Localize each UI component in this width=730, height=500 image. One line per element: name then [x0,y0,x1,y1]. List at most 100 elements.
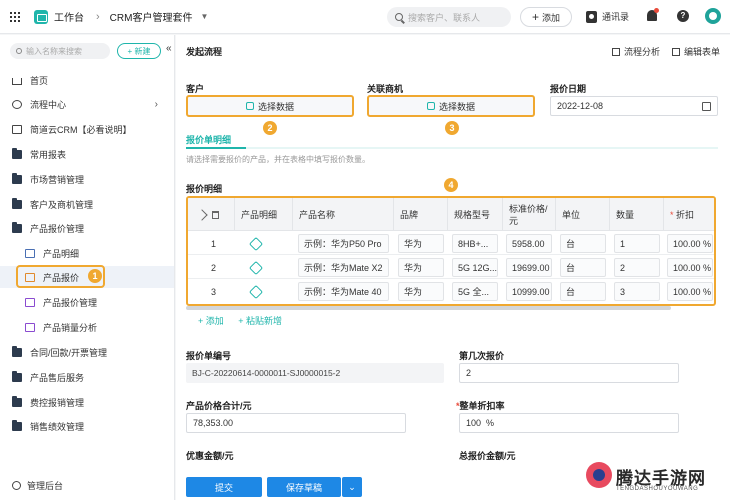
row-index: 2 [211,262,217,273]
sidebar-item-label: 产品售后服务 [30,372,85,383]
save-draft-button[interactable]: 保存草稿 [267,477,341,497]
quote-date-picker[interactable]: 2022-12-08 [550,96,718,116]
folder-icon [12,370,22,382]
sidebar-item-crm-guide[interactable]: 简道云CRM【必看说明】 [0,118,174,140]
spec-cell[interactable]: 8HB+... [452,234,498,253]
submit-button[interactable]: 提交 [186,477,262,497]
price-cell[interactable]: 5958.00 [506,234,552,253]
add-row-button[interactable]: + 添加 [198,316,224,326]
product-name-cell[interactable]: 示例：华为P50 Pro [298,234,389,253]
flow-analysis-button[interactable]: 流程分析 [611,45,660,58]
price-cell[interactable]: 19699.00 [506,258,552,277]
brand-cell[interactable]: 华为 [398,282,444,301]
app-title[interactable]: CRM客户管理套件 [110,9,193,24]
price-cell[interactable]: 10999.00 [506,282,552,301]
discount-value: 100.00 [673,262,701,273]
discount-cell[interactable]: 100.00 % [667,258,713,277]
sidebar-item-sales-analysis[interactable]: 产品销量分析 [0,316,174,338]
admin-label: 管理后台 [27,481,64,491]
total-input[interactable]: 78,353.00 [186,413,406,433]
product-detail-cell[interactable] [246,234,276,253]
spec-cell[interactable]: 5G 12G... [452,258,498,277]
sidebar-item-reports[interactable]: 常用报表 [0,143,174,165]
apps-grid-icon[interactable] [10,11,20,22]
new-button[interactable]: + 新建 [117,43,161,59]
quantity-cell[interactable]: 1 [614,234,660,253]
collapse-sidebar-icon[interactable]: « [166,43,172,54]
quantity-cell[interactable]: 2 [614,258,660,277]
caret-down-icon[interactable]: ▼ [200,12,208,21]
product-link-icon [248,284,264,299]
sidebar-item-label: 简道云CRM【必看说明】 [30,124,132,135]
offer-label: 优惠金额/元 [186,451,234,461]
admin-backend-link[interactable]: 管理后台 [12,479,63,492]
quantity-cell[interactable]: 3 [614,282,660,301]
unit-cell[interactable]: 台 [560,258,606,277]
sidebar-item-marketing[interactable]: 市场营销管理 [0,168,174,190]
tab-quote-detail[interactable]: 报价单明细 [186,133,231,146]
discount-rate-label: *整单折扣率 [456,399,505,412]
discount-value: 100.00 [673,238,701,249]
sidebar-item-quote-admin[interactable]: 产品报价管理 [0,291,174,313]
sidebar-item-performance[interactable]: 销售绩效管理 [0,415,174,437]
table-scrollbar[interactable] [186,306,671,310]
avatar[interactable] [705,8,721,24]
expand-icon[interactable] [196,208,208,221]
unit-cell[interactable]: 台 [560,282,606,301]
sidebar-item-label: 市场营销管理 [30,174,85,185]
trash-icon[interactable] [212,210,219,219]
watermark-subtitle: TENGDASHOUYOUWANG [616,486,699,492]
sidebar-item-after-sales[interactable]: 产品售后服务 [0,366,174,388]
workspace-link[interactable]: 工作台 [54,9,84,24]
opportunity-select-button[interactable]: 选择数据 [367,95,535,117]
sidebar-item-quote-management[interactable]: 产品报价管理 [0,217,174,239]
sidebar-item-customers[interactable]: 客户及商机管理 [0,193,174,215]
add-button[interactable]: + 添加 [520,7,572,27]
list-icon [25,248,35,258]
quote-no-label: 报价单编号 [186,351,232,361]
edit-form-label: 编辑表单 [683,47,720,57]
column-header-discount: * 折扣 [663,198,714,231]
brand-cell[interactable]: 华为 [398,234,444,253]
help-icon[interactable]: ? [677,10,689,22]
discount-cell[interactable]: 100.00 % [667,282,713,301]
watermark: 腾达手游网 TENGDASHOUYOUWANG [580,458,728,498]
brand-cell[interactable]: 华为 [398,258,444,277]
save-options-dropdown[interactable]: ⌄ [342,477,362,497]
column-header: 单位 [555,198,609,231]
contacts-icon [586,10,597,23]
date-label: 报价日期 [550,84,587,94]
percent-sign: % [703,286,712,297]
sidebar-search-input[interactable]: 输入名称来搜索 [10,43,110,59]
spec-cell[interactable]: 5G 全... [452,282,498,301]
column-header: 标准价格/元 [502,198,555,231]
notification-dot [654,8,659,13]
sidebar-item-product-detail[interactable]: 产品明细 [0,242,174,264]
product-name-cell[interactable]: 示例：华为Mate 40 [298,282,389,301]
product-detail-cell[interactable] [246,258,276,277]
unit-cell[interactable]: 台 [560,234,606,253]
annotation-badge-4: 4 [444,178,458,192]
sidebar-item-home[interactable]: 首页 [0,69,174,91]
sidebar-item-label: 产品明细 [43,248,80,259]
edit-form-button[interactable]: 编辑表单 [671,45,720,58]
sidebar-item-label: 产品报价管理 [30,223,85,234]
sidebar-item-expenses[interactable]: 费控报销管理 [0,391,174,413]
sidebar-item-flow-center[interactable]: 流程中心 › [0,93,174,115]
sidebar-search-placeholder: 输入名称来搜索 [26,46,82,56]
product-name-cell[interactable]: 示例：华为Mate X2 [298,258,389,277]
sidebar-item-label: 客户及商机管理 [30,199,94,210]
discount-rate-input[interactable]: 100 % [459,413,679,433]
sidebar-item-label: 产品报价管理 [43,297,98,308]
global-search-input[interactable]: 搜索客户、联系人 [387,7,511,27]
discount-cell[interactable]: 100.00 % [667,234,713,253]
annotation-badge-3: 3 [445,121,459,135]
times-input[interactable]: 2 [459,363,679,383]
add-label: 添加 [542,12,561,23]
product-detail-cell[interactable] [246,282,276,301]
paste-row-button[interactable]: + 粘贴新增 [238,316,282,326]
customer-select-button[interactable]: 选择数据 [186,95,354,117]
sidebar-item-contracts[interactable]: 合同/回款/开票管理 [0,341,174,363]
column-header: 产品名称 [292,198,393,231]
contacts-button[interactable]: 通讯录 [586,10,629,23]
